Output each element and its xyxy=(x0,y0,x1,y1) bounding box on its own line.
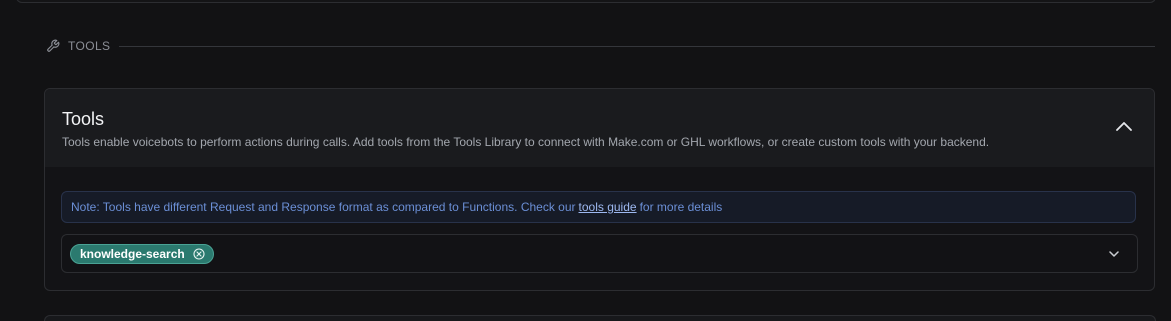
collapse-button[interactable] xyxy=(1112,117,1136,139)
card-description: Tools enable voicebots to perform action… xyxy=(62,135,990,149)
tools-card: Tools Tools enable voicebots to perform … xyxy=(44,88,1155,291)
tools-note: Note: Tools have different Request and R… xyxy=(61,191,1136,223)
divider-line xyxy=(119,45,1155,47)
card-title: Tools xyxy=(62,109,105,129)
chevron-up-icon xyxy=(1115,119,1133,137)
selected-tool-chip: knowledge-search xyxy=(70,243,214,264)
section-divider-tools: TOOLS xyxy=(45,36,1155,56)
note-suffix: for more details xyxy=(639,200,723,214)
tools-guide-link[interactable]: tools guide xyxy=(579,200,637,214)
section-label: TOOLS xyxy=(68,39,111,53)
note-prefix: Note: Tools have different Request and R… xyxy=(71,200,576,214)
previous-card xyxy=(16,0,1156,3)
wrench-icon xyxy=(45,38,61,54)
tools-card-header[interactable]: Tools Tools enable voicebots to perform … xyxy=(45,89,1154,167)
chip-label: knowledge-search xyxy=(80,246,185,261)
close-circle-icon[interactable] xyxy=(193,247,206,260)
page: TOOLS Tools Tools enable voicebots to pe… xyxy=(0,0,1171,321)
chevron-down-icon[interactable] xyxy=(1107,247,1121,261)
next-card xyxy=(44,315,1156,321)
tools-select[interactable]: knowledge-search xyxy=(61,234,1138,273)
